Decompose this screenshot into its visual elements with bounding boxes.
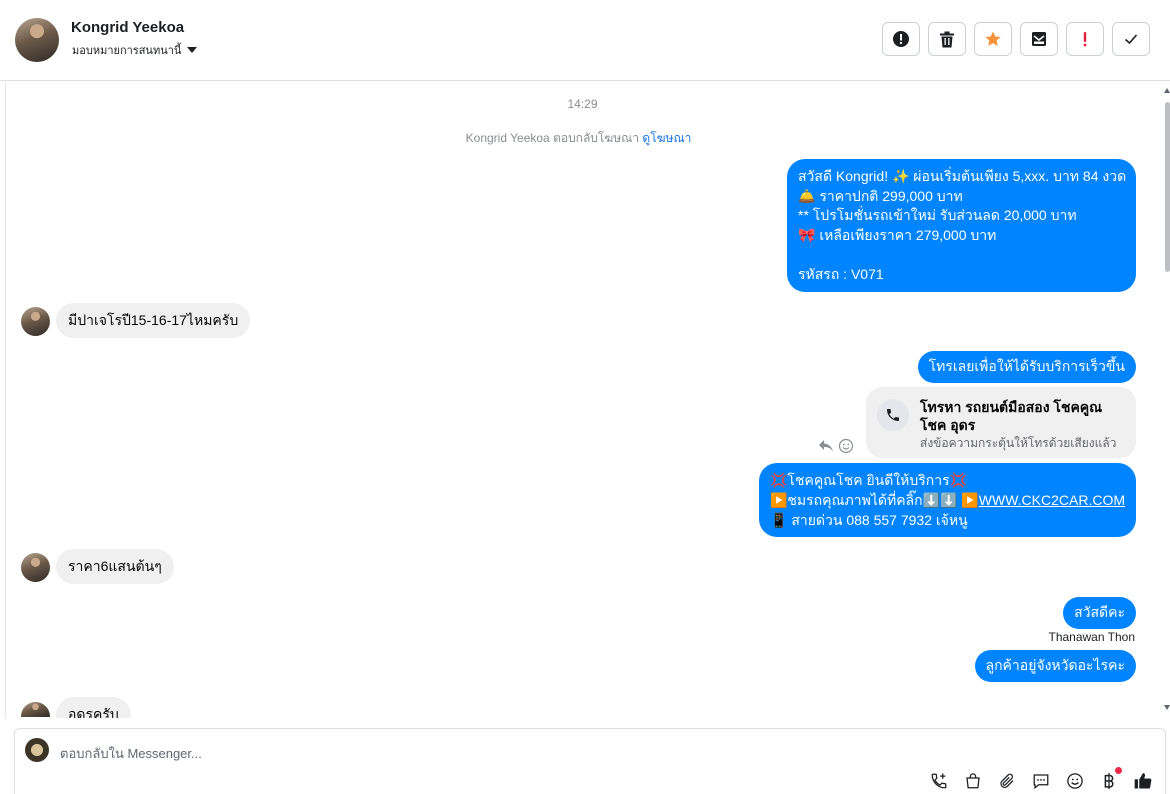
follow-up-button[interactable] [1066,22,1104,56]
reply-icon[interactable] [818,439,834,453]
baht-icon[interactable] [1099,767,1122,791]
call-card-title: โทรหา รถยนต์มือสอง โชคคูณ โชค อุดร [920,399,1103,433]
trash-icon [940,31,954,47]
ad-reply-note: Kongrid Yeekoa ตอบกลับโฆษณา ดูโฆษณา [0,129,1157,148]
incoming-message[interactable]: ราคา6แสนต้นๆ [56,549,174,584]
message-line-with-link: ▶️ชมรถคุณภาพได้ที่คลิ๊ก⬇️⬇️ ▶️WWW.CKC2CA… [770,490,1125,510]
scroll-down-arrow[interactable] [1164,705,1170,710]
shopping-bag-icon[interactable] [963,771,983,791]
checkmark-icon [1124,34,1138,45]
header-actions [882,22,1150,56]
page-avatar [25,738,49,762]
star-icon [985,31,1001,46]
message-line: 💢โชคคูณโชค ยินดีให้บริการ💢 [770,472,968,488]
message-composer: ตอบกลับใน Messenger... [14,728,1166,794]
conversation-header: Kongrid Yeekoa มอบหมายการสนทนานี้ [0,0,1170,81]
assign-conversation-dropdown[interactable]: มอบหมายการสนทนานี้ [72,41,198,59]
scroll-up-arrow[interactable] [1164,88,1170,93]
contact-avatar[interactable] [15,18,59,62]
call-request-card[interactable]: โทรหา รถยนต์มือสอง โชคคูณ โชค อุดร ส่งข้… [866,387,1136,458]
outgoing-message[interactable]: สวัสดีคะ [1063,597,1136,629]
paperclip-icon[interactable] [997,771,1017,791]
outgoing-message[interactable]: 💢โชคคูณโชค ยินดีให้บริการ💢 ▶️ชมรถคุณภาพไ… [759,463,1136,537]
exclamation-icon [1083,32,1087,47]
contact-avatar-small[interactable] [21,307,50,336]
emoji-icon[interactable] [1065,771,1085,791]
contact-name[interactable]: Kongrid Yeekoa [71,19,184,36]
sender-name: Thanawan Thon [1048,630,1135,644]
saved-reply-icon[interactable] [1031,771,1051,791]
chevron-down-icon [187,47,198,53]
scrollbar-thumb[interactable] [1165,102,1170,272]
incoming-message[interactable]: อุดรครับ [56,697,131,718]
outgoing-message[interactable]: สวัสดี Kongrid! ✨ ผ่อนเริ่มต้นเพียง 5,xx… [787,159,1136,292]
react-emoji-icon[interactable] [838,438,854,454]
contact-avatar-small[interactable] [21,553,50,582]
outgoing-message[interactable]: ลูกค้าอยู่จังหวัดอะไรคะ [974,650,1136,682]
message-line: 🛎️ ราคาปกติ 299,000 บาท [798,187,963,204]
delete-button[interactable] [928,22,966,56]
mark-spam-button[interactable] [882,22,920,56]
notification-dot [1115,767,1122,774]
message-timestamp: 14:29 [567,97,598,111]
outgoing-message[interactable]: โทรเลยเพื่อให้ได้รับบริการเร็วขึ้น [917,351,1136,383]
alert-circle-icon [893,31,909,47]
thread-scrollbar[interactable] [1164,88,1170,710]
phone-icon [877,399,909,431]
composer-tools [929,767,1153,791]
reply-input[interactable]: ตอบกลับใน Messenger... [60,743,202,764]
incoming-message[interactable]: มีปาเจโรปี15-16-17ไหมครับ [56,303,251,338]
website-link[interactable]: WWW.CKC2CAR.COM [979,492,1125,508]
message-line: ** โปรโมชั่นรถเข้าใหม่ รับส่วนลด 20,000 … [798,207,1077,223]
message-line: รหัสรถ : V071 [798,265,884,282]
message-text: ▶️ชมรถคุณภาพได้ที่คลิ๊ก⬇️⬇️ ▶️ [770,492,979,508]
mark-unread-button[interactable] [1020,22,1058,56]
call-card-subtitle: ส่งข้อความกระตุ้นให้โทรด้วยเสียงแล้ว [920,436,1117,450]
call-add-icon[interactable] [929,771,949,791]
message-line: 📱 สายด่วน 088 557 7932 เจ้หนู [770,512,968,528]
envelope-icon [1032,32,1046,46]
assign-label: มอบหมายการสนทนานี้ [72,45,182,57]
view-ad-link[interactable]: ดูโฆษณา [642,131,691,145]
mark-done-button[interactable] [1112,22,1150,56]
message-line: สวัสดี Kongrid! ✨ ผ่อนเริ่มต้นเพียง 5,xx… [798,168,1127,184]
star-button[interactable] [974,22,1012,56]
ad-reply-text: Kongrid Yeekoa ตอบกลับโฆษณา [465,131,640,145]
message-hover-tools [818,438,854,454]
like-icon[interactable] [1133,771,1153,791]
message-line: 🎀 เหลือเพียงราคา 279,000 บาท [798,226,997,243]
